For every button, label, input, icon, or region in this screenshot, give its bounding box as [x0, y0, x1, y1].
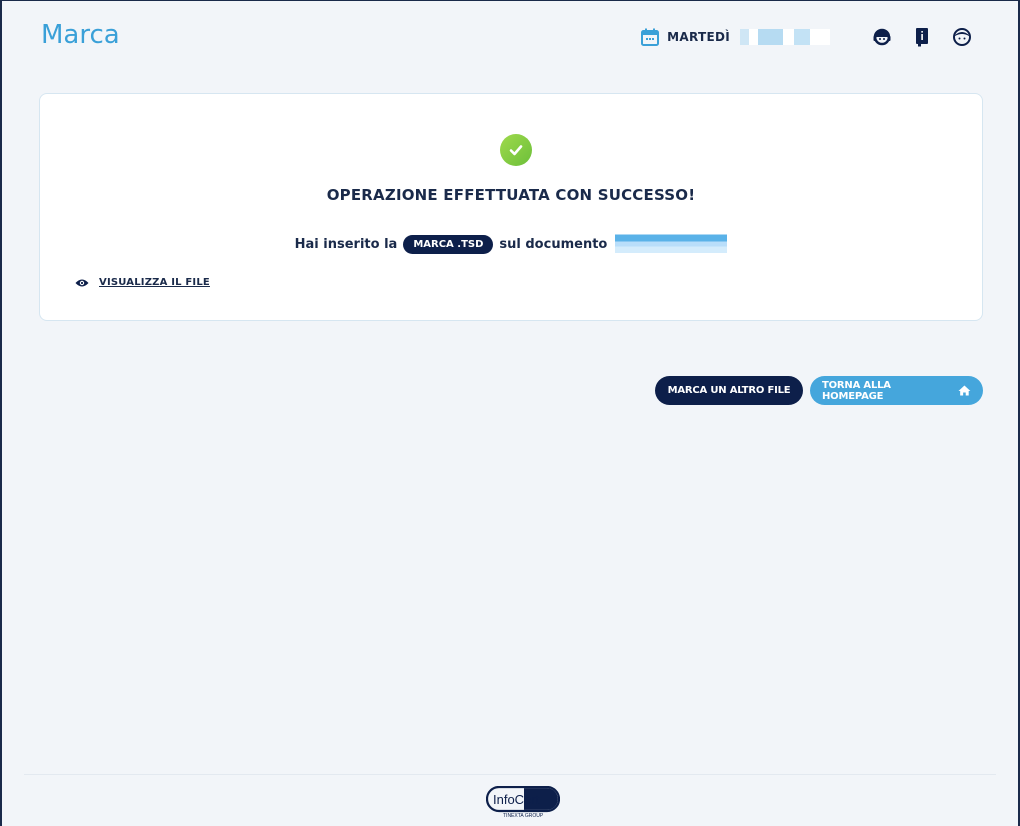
footer-divider — [24, 774, 996, 775]
format-badge: MARCA .TSD — [403, 234, 494, 254]
message-prefix: Hai inserito la — [294, 236, 398, 252]
back-home-label: TORNA ALLA HOMEPAGE — [822, 379, 891, 402]
infocert-logo: InfoCert TINEXTA GROUP — [486, 786, 560, 819]
day-label: MARTEDÌ — [667, 30, 730, 44]
success-check-icon — [500, 134, 532, 166]
date-value-redacted — [740, 29, 830, 45]
support-icon — [873, 28, 891, 46]
mark-another-file-button[interactable]: MARCA UN ALTRO FILE — [655, 376, 803, 405]
page-title: Marca — [41, 20, 120, 50]
svg-text:InfoCert: InfoCert — [493, 792, 540, 807]
mark-another-label: MARCA UN ALTRO FILE — [667, 385, 791, 396]
document-name-redacted — [615, 231, 728, 257]
success-title: OPERAZIONE EFFETTUATA CON SUCCESSO! — [326, 186, 696, 204]
support-button[interactable] — [872, 27, 892, 47]
eye-icon — [75, 279, 89, 286]
back-to-homepage-button[interactable]: TORNA ALLA HOMEPAGE — [810, 376, 983, 405]
home-icon — [958, 385, 971, 396]
message-suffix: sul documento — [499, 236, 608, 252]
top-bar: MARTEDÌ — [641, 24, 972, 50]
svg-text:TINEXTA GROUP: TINEXTA GROUP — [503, 813, 544, 819]
result-message: Hai inserito la MARCA .TSD sul documento — [40, 231, 982, 257]
date-display: MARTEDÌ — [641, 28, 830, 46]
result-card: OPERAZIONE EFFETTUATA CON SUCCESSO! Hai … — [39, 93, 983, 321]
view-file-link[interactable]: VISUALIZZA IL FILE — [99, 277, 210, 288]
manual-button[interactable] — [914, 27, 930, 47]
view-file-row[interactable]: VISUALIZZA IL FILE — [75, 277, 210, 288]
user-icon — [953, 28, 971, 46]
calendar-icon — [641, 28, 660, 46]
user-button[interactable] — [952, 27, 972, 47]
manual-icon — [916, 28, 928, 47]
